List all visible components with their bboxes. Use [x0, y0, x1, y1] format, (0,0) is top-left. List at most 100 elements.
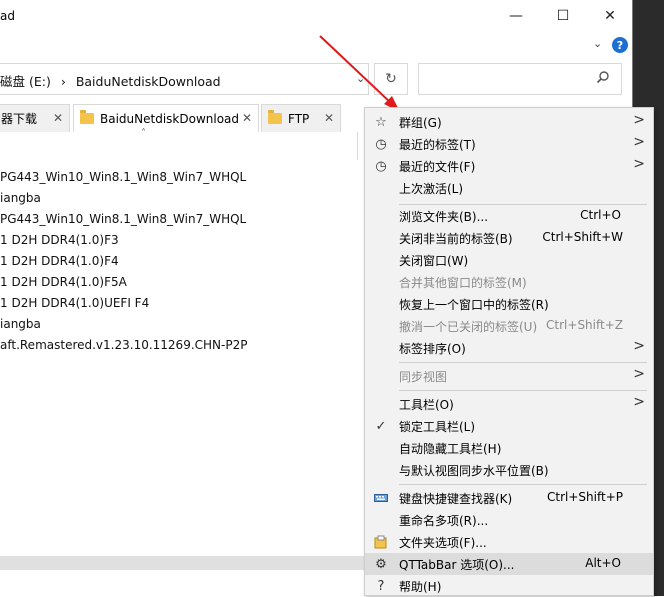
list-item[interactable]: 1 D2H DDR4(1.0)F4 [0, 254, 119, 268]
menu-item-browse-folder[interactable]: 浏览文件夹(B)... Ctrl+O [365, 205, 653, 227]
list-item[interactable]: 1 D2H DDR4(1.0)F5A [0, 275, 127, 289]
menu-item-merge-windows: 合并其他窗口的标签(M) [365, 271, 653, 293]
tab-label: BaiduNetdiskDownload [100, 111, 240, 126]
submenu-arrow-icon: > [633, 156, 645, 172]
menu-item-recent-files[interactable]: ◷ 最近的文件(F) > [365, 155, 653, 177]
keyboard-icon [373, 490, 389, 506]
folder-icon [80, 110, 94, 124]
help-icon: ? [377, 578, 385, 594]
menu-item-label: 浏览文件夹(B)... [399, 210, 489, 224]
help-button[interactable]: ? [612, 37, 628, 53]
menu-item-label: 键盘快捷键查找器(K) [399, 492, 513, 506]
recent-files-icon: ◷ [375, 158, 387, 174]
menu-item-recent-tabs[interactable]: ◷ 最近的标签(T) > [365, 133, 653, 155]
menu-item-sync-view: 同步视图 > [365, 365, 653, 387]
menu-item-shortcut: Ctrl+Shift+P [547, 490, 623, 504]
tab-label: 器下载 [1, 112, 38, 126]
column-divider [357, 132, 358, 160]
menu-item-close-other-tabs[interactable]: 关闭非当前的标签(B) Ctrl+Shift+W [365, 227, 653, 249]
menu-item-shortcut: Ctrl+Shift+W [542, 230, 623, 244]
menu-item-label: 撤消一个已关闭的标签(U) [399, 320, 538, 334]
menu-item-lock-toolbars[interactable]: ✓ 锁定工具栏(L) [365, 415, 653, 437]
menu-item-qttabbar-options[interactable]: ⚙ QTTabBar 选项(O)... Alt+O [365, 553, 653, 575]
ribbon-expand-chevron-icon[interactable]: ⌄ [593, 37, 602, 50]
minimize-button[interactable]: — [496, 4, 536, 28]
menu-item-group[interactable]: ☆ 群组(G) > [365, 111, 653, 133]
tab-label: FTP [288, 111, 310, 126]
menu-item-label: 上次激活(L) [399, 182, 464, 196]
menu-item-restore-tabs[interactable]: 恢复上一个窗口中的标签(R) [365, 293, 653, 315]
menu-item-label: 帮助(H) [399, 580, 442, 594]
tab-close-icon[interactable]: ✕ [242, 111, 252, 125]
maximize-icon: ☐ [556, 8, 570, 24]
menu-item-shortcut-finder[interactable]: 键盘快捷键查找器(K) Ctrl+Shift+P [365, 487, 653, 509]
menu-item-label: 同步视图 [399, 370, 448, 384]
folder-options-icon [373, 534, 389, 550]
menu-item-help[interactable]: ? 帮助(H) [365, 575, 653, 597]
list-item[interactable]: iangba [0, 317, 41, 331]
list-item[interactable]: iangba [0, 191, 41, 205]
menu-item-rename-multiple[interactable]: 重命名多项(R)... [365, 509, 653, 531]
help-icon: ? [616, 38, 624, 52]
submenu-arrow-icon: > [633, 394, 645, 410]
breadcrumb-drive[interactable]: 磁盘 (E:) [0, 74, 51, 89]
breadcrumb-folder[interactable]: BaiduNetdiskDownload [76, 74, 221, 89]
menu-item-label: 最近的文件(F) [399, 160, 476, 174]
maximize-button[interactable]: ☐ [543, 4, 583, 28]
menu-item-label: 合并其他窗口的标签(M) [399, 276, 527, 290]
qttabbar-context-menu: ☆ 群组(G) > ◷ 最近的标签(T) > ◷ 最近的文件(F) > 上次激活… [364, 107, 654, 596]
menu-item-label: 工具栏(O) [399, 398, 454, 412]
search-input[interactable] [418, 63, 622, 95]
minimize-icon: — [509, 8, 523, 24]
menu-separator [399, 362, 647, 363]
menu-item-label: 关闭非当前的标签(B) [399, 232, 513, 246]
menu-item-toolbars[interactable]: 工具栏(O) > [365, 393, 653, 415]
list-item[interactable]: aft.Remastered.v1.23.10.11269.CHN-P2P [0, 338, 247, 352]
menu-item-sort-tabs[interactable]: 标签排序(O) > [365, 337, 653, 359]
menu-item-shortcut: Alt+O [585, 556, 621, 570]
submenu-arrow-icon: > [633, 112, 645, 128]
menu-item-shortcut: Ctrl+Shift+Z [546, 318, 623, 332]
submenu-arrow-icon: > [633, 338, 645, 354]
menu-item-label: 重命名多项(R)... [399, 514, 489, 528]
submenu-arrow-icon: > [633, 134, 645, 150]
star-icon: ☆ [375, 114, 387, 130]
menu-separator [399, 390, 647, 391]
menu-item-label: 自动隐藏工具栏(H) [399, 442, 502, 456]
check-icon: ✓ [375, 418, 387, 434]
menu-separator [399, 484, 647, 485]
menu-item-undo-close-tab: 撤消一个已关闭的标签(U) Ctrl+Shift+Z [365, 315, 653, 337]
list-item[interactable]: 1 D2H DDR4(1.0)UEFI F4 [0, 296, 149, 310]
horizontal-scrollbar[interactable] [0, 556, 365, 570]
menu-item-label: 最近的标签(T) [399, 138, 476, 152]
menu-item-folder-options[interactable]: 文件夹选项(F)... [365, 531, 653, 553]
list-item[interactable]: PG443_Win10_Win8.1_Win8_Win7_WHQL [0, 170, 246, 184]
close-window-button[interactable]: ✕ [590, 4, 630, 28]
search-icon [596, 70, 610, 88]
menu-item-autohide-toolbars[interactable]: 自动隐藏工具栏(H) [365, 437, 653, 459]
list-item[interactable]: 1 D2H DDR4(1.0)F3 [0, 233, 119, 247]
window-title: ad [0, 9, 15, 23]
recent-tabs-icon: ◷ [375, 136, 387, 152]
menu-item-label: 与默认视图同步水平位置(B) [399, 464, 549, 478]
tab-downloader[interactable]: 器下载 ✕ [0, 104, 70, 132]
gear-icon: ⚙ [375, 556, 387, 572]
menu-item-close-window[interactable]: 关闭窗口(W) [365, 249, 653, 271]
breadcrumb: 磁盘 (E:) › BaiduNetdiskDownload [0, 71, 221, 90]
tab-baidunetdiskdownload[interactable]: BaiduNetdiskDownload ✕ [73, 104, 259, 132]
menu-item-last-activated[interactable]: 上次激活(L) [365, 177, 653, 199]
menu-item-label: 关闭窗口(W) [399, 254, 469, 268]
submenu-arrow-icon: > [633, 366, 645, 382]
menu-item-label: 恢复上一个窗口中的标签(R) [399, 298, 549, 312]
close-icon: ✕ [604, 8, 616, 24]
folder-icon [268, 110, 282, 124]
menu-item-sync-horizontal[interactable]: 与默认视图同步水平位置(B) [365, 459, 653, 481]
breadcrumb-separator-icon[interactable]: › [61, 74, 66, 89]
menu-item-label: QTTabBar 选项(O)... [399, 558, 515, 572]
menu-item-shortcut: Ctrl+O [580, 208, 621, 222]
list-item[interactable]: PG443_Win10_Win8.1_Win8_Win7_WHQL [0, 212, 246, 226]
menu-item-label: 群组(G) [399, 116, 442, 130]
menu-item-label: 文件夹选项(F)... [399, 536, 487, 550]
tab-close-icon[interactable]: ✕ [53, 111, 63, 125]
tab-caret-icon: ˄ [141, 128, 146, 139]
